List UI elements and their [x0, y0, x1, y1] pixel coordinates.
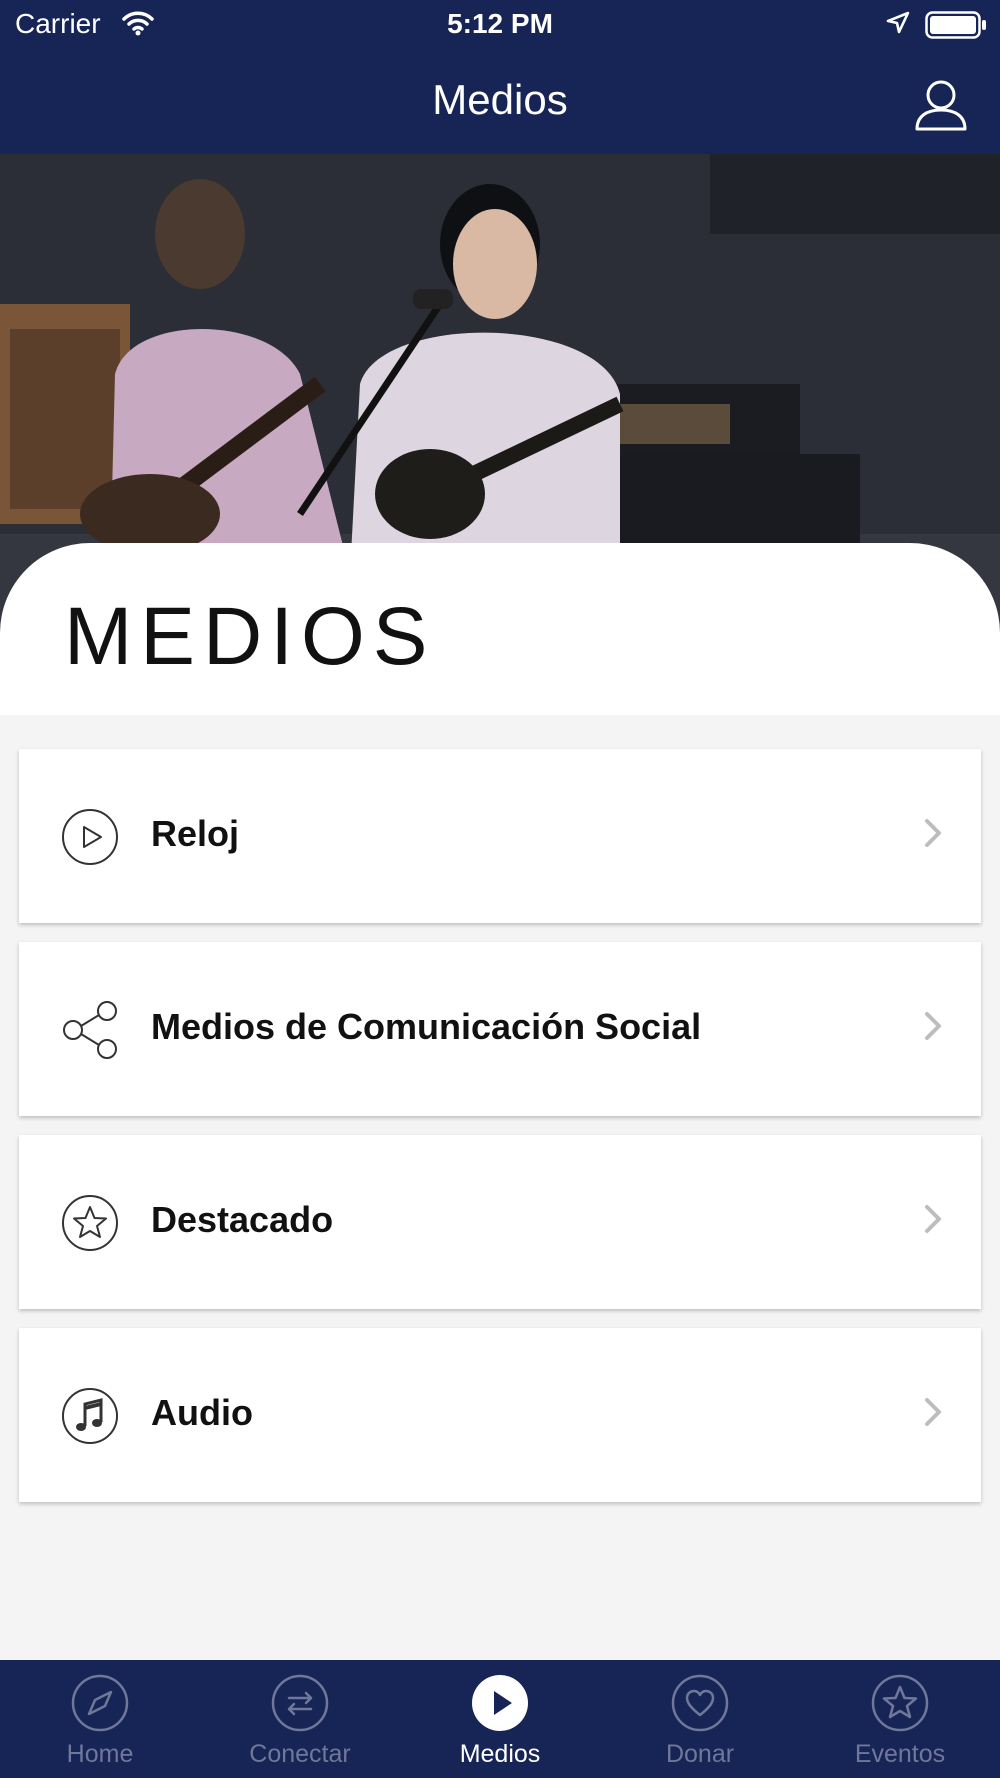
tab-conectar[interactable]: Conectar: [200, 1660, 400, 1778]
share-icon: [63, 1001, 117, 1059]
top-bar: Carrier 5:12 PM Medios: [0, 0, 1000, 154]
menu-item-destacado[interactable]: Destacado: [19, 1135, 981, 1309]
chevron-right-icon: [925, 1012, 941, 1040]
music-note-icon: [62, 1388, 118, 1444]
tab-label: Medios: [459, 1740, 541, 1768]
tab-bar: Home Conectar Medios Donar Eventos: [0, 1660, 1000, 1778]
status-time: 5:12 PM: [447, 8, 553, 39]
menu-item-label: Reloj: [151, 813, 240, 854]
play-icon: [472, 1675, 528, 1731]
tab-label: Home: [66, 1740, 134, 1768]
menu-item-social-media[interactable]: Medios de Comunicación Social: [19, 942, 981, 1116]
page-title: Medios: [432, 76, 568, 123]
chevron-right-icon: [925, 819, 941, 847]
profile-icon[interactable]: [914, 78, 968, 132]
tab-label: Eventos: [854, 1740, 946, 1768]
menu-item-label: Medios de Comunicación Social: [151, 1006, 702, 1047]
compass-icon: [71, 1674, 129, 1732]
chevron-right-icon: [925, 1205, 941, 1233]
status-bar: Carrier 5:12 PM: [0, 0, 1000, 52]
menu-item-audio[interactable]: Audio: [19, 1328, 981, 1502]
location-arrow-icon: [886, 11, 910, 34]
heart-icon: [671, 1674, 729, 1732]
menu-item-label: Destacado: [151, 1199, 334, 1240]
tab-home[interactable]: Home: [0, 1660, 200, 1778]
tab-eventos[interactable]: Eventos: [800, 1660, 1000, 1778]
hero-title: MEDIOS: [64, 591, 436, 682]
menu-item-reloj[interactable]: Reloj: [19, 749, 981, 923]
tab-label: Donar: [665, 1740, 735, 1768]
battery-icon: [925, 11, 986, 39]
star-circle-icon: [62, 1195, 118, 1251]
tab-donar[interactable]: Donar: [600, 1660, 800, 1778]
play-circle-icon: [62, 809, 118, 865]
tab-medios[interactable]: Medios: [400, 1660, 600, 1778]
menu-item-label: Audio: [151, 1392, 253, 1433]
star-icon: [871, 1674, 929, 1732]
tab-label: Conectar: [249, 1740, 351, 1768]
swap-arrows-icon: [271, 1674, 329, 1732]
chevron-right-icon: [925, 1398, 941, 1426]
